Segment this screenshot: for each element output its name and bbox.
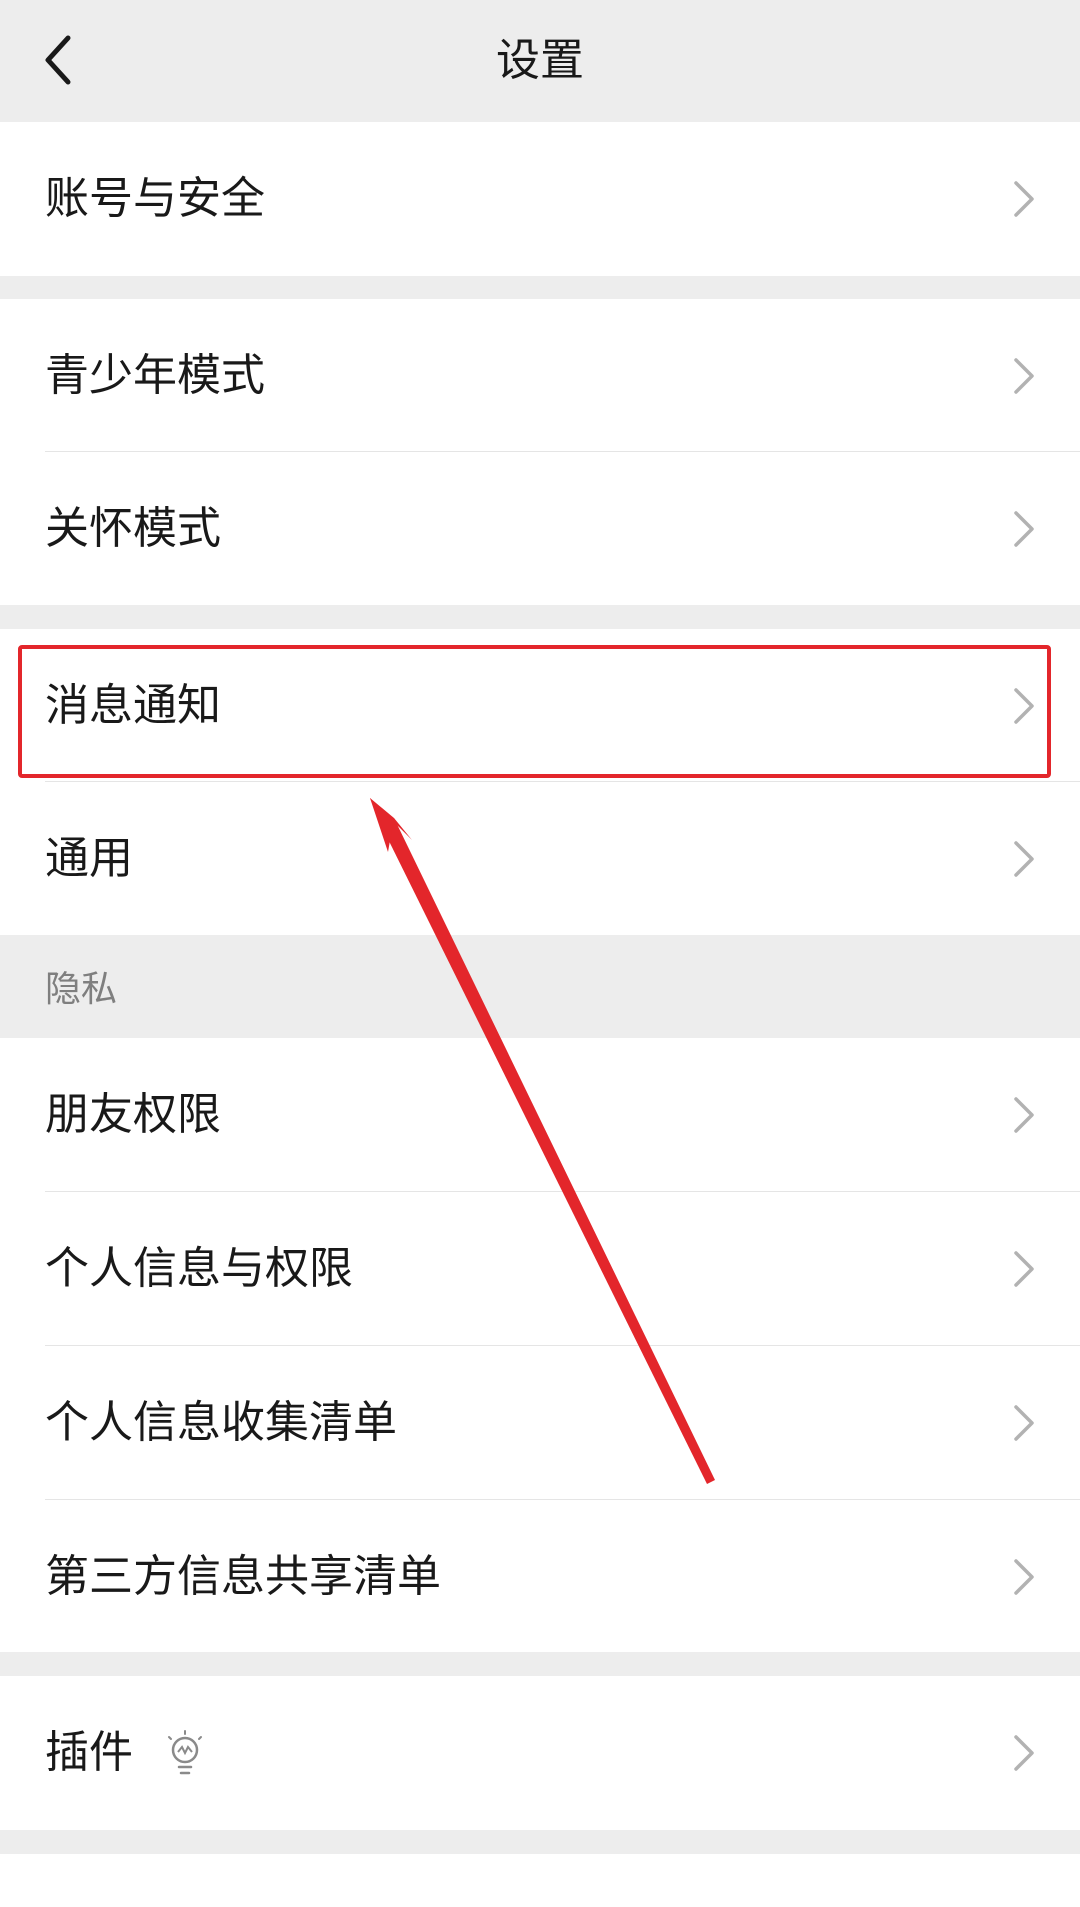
settings-item-label: 个人信息与权限 xyxy=(45,1243,353,1294)
settings-item-plugins[interactable]: 插件 xyxy=(0,1676,1080,1830)
settings-group-privacy: 朋友权限 个人信息与权限 个人信息收集清单 第三方信息共享清单 xyxy=(0,1038,1080,1652)
settings-item-label: 第三方信息共享清单 xyxy=(45,1551,441,1602)
settings-item-label: 账号与安全 xyxy=(45,173,265,224)
settings-group-account: 账号与安全 xyxy=(0,122,1080,276)
chevron-right-icon xyxy=(1014,1097,1034,1133)
settings-item-label: 个人信息收集清单 xyxy=(45,1397,397,1448)
settings-item-label: 消息通知 xyxy=(45,680,221,731)
chevron-right-icon xyxy=(1014,841,1034,877)
chevron-right-icon xyxy=(1014,181,1034,217)
chevron-right-icon xyxy=(1014,688,1034,724)
settings-item-friend-permissions[interactable]: 朋友权限 xyxy=(0,1038,1080,1192)
settings-item-youth-mode[interactable]: 青少年模式 xyxy=(0,299,1080,453)
settings-item-label: 通用 xyxy=(45,833,133,884)
section-title-privacy: 隐私 xyxy=(45,969,118,1010)
chevron-right-icon xyxy=(1014,1251,1034,1287)
lightbulb-icon xyxy=(168,1730,202,1775)
chevron-right-icon xyxy=(1014,358,1034,394)
chevron-right-icon xyxy=(1014,511,1034,547)
settings-item-account-security[interactable]: 账号与安全 xyxy=(0,122,1080,276)
settings-item-notifications[interactable]: 消息通知 xyxy=(0,629,1080,783)
settings-group-modes: 青少年模式 关怀模式 xyxy=(0,299,1080,605)
settings-item-general[interactable]: 通用 xyxy=(0,782,1080,936)
chevron-right-icon xyxy=(1014,1735,1034,1771)
settings-item-info-collection-list[interactable]: 个人信息收集清单 xyxy=(0,1346,1080,1500)
settings-item-label: 插件 xyxy=(45,1727,133,1778)
chevron-right-icon xyxy=(1014,1405,1034,1441)
settings-item-care-mode[interactable]: 关怀模式 xyxy=(0,452,1080,606)
settings-group-general: 消息通知 通用 xyxy=(0,629,1080,935)
chevron-right-icon xyxy=(1014,1559,1034,1595)
settings-group-next xyxy=(0,1854,1080,1907)
settings-item-third-party-sharing-list[interactable]: 第三方信息共享清单 xyxy=(0,1500,1080,1654)
settings-group-plugins: 插件 xyxy=(0,1676,1080,1830)
settings-item-label: 青少年模式 xyxy=(45,350,265,401)
settings-item-label: 关怀模式 xyxy=(45,503,221,554)
page-title: 设置 xyxy=(496,35,584,86)
settings-item-personal-info-permissions[interactable]: 个人信息与权限 xyxy=(0,1192,1080,1346)
settings-item-label: 朋友权限 xyxy=(45,1089,221,1140)
